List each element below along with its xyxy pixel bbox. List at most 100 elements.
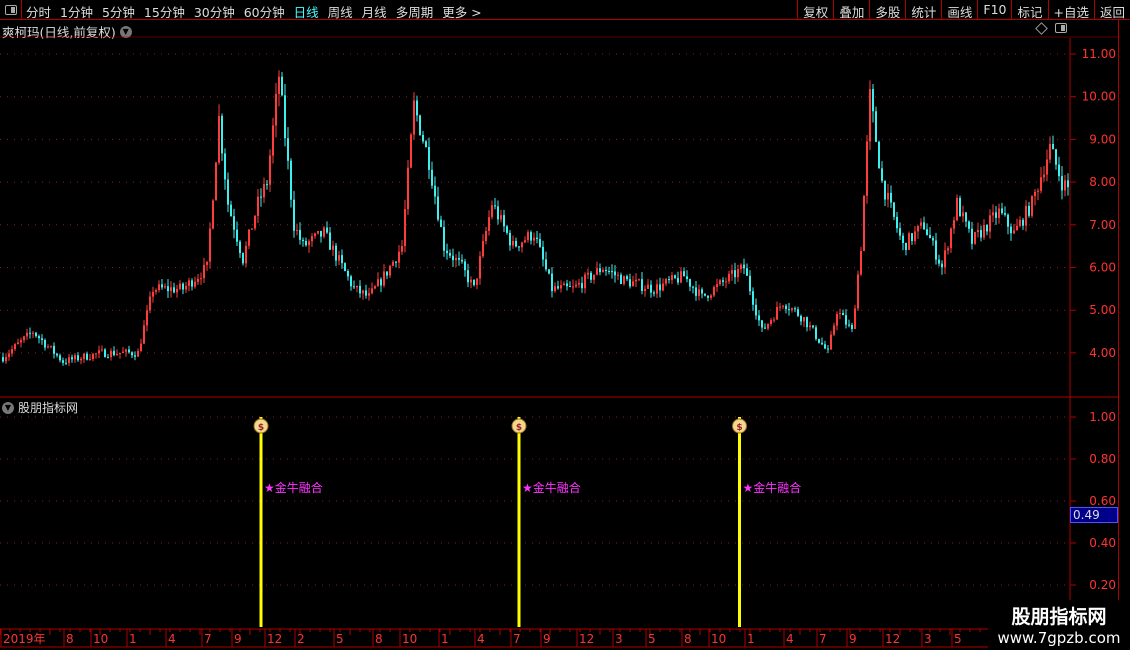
candle-body [815,327,817,339]
xtick-label: 7 [204,632,212,646]
candle-body [368,293,370,296]
candle-body [629,279,631,287]
candle-body [260,196,262,198]
candle-body [1055,149,1057,165]
candle-body [122,351,124,353]
candle-body [35,332,37,337]
candle-body [179,283,181,289]
candle-body [134,355,136,357]
ytick-label: 4.00 [1089,346,1116,360]
candle-body [590,272,592,280]
candle-body [218,115,220,163]
candle-body [641,279,643,291]
candle-body [923,222,925,230]
candle-body [734,270,736,278]
candle-body [380,279,382,286]
candle-body [737,269,739,278]
candle-body [107,357,109,359]
candle-body [266,184,268,186]
candle-body [23,336,25,341]
xtick-label: 7 [513,632,521,646]
candle-body [638,279,640,281]
xtick-label: 8 [684,632,692,646]
kline-chart[interactable]: 11.00 10.00 9.00 8.00 7.00 6.00 5.00 4.00 1.00 0.… [0,0,1130,650]
candle-body [32,332,34,334]
candle-body [551,273,553,292]
candle-body [20,340,22,343]
xtick-label: 5 [336,632,344,646]
candle-body [650,284,652,293]
candle-body [350,276,352,287]
candle-body [65,362,67,364]
candle-body [707,295,709,298]
candle-body [950,228,952,249]
candle-body [86,353,88,360]
xtick-label: 8 [375,632,383,646]
candle-body [149,296,151,311]
chevron-down-icon[interactable]: ▼ [2,401,14,414]
ytick-label: 5.00 [1089,303,1116,317]
candle-body [620,274,622,284]
candle-body [422,134,424,142]
candle-body [455,258,457,261]
candle-body [683,271,685,277]
candle-body [674,275,676,278]
candle-body [1028,205,1030,216]
candle-body [731,270,733,274]
candle-body [344,263,346,271]
candle-body [983,224,985,238]
candle-body [485,231,487,242]
candle-body [776,306,778,320]
candle-body [881,168,883,181]
candle-body [239,241,241,254]
candle-body [5,357,7,362]
candle-body [452,255,454,261]
candle-body [224,153,226,180]
candle-body [626,276,628,280]
candle-body [413,100,415,135]
candle-body [1058,164,1060,177]
candle-body [599,268,601,273]
candle-body [335,245,337,261]
candle-body [62,360,64,363]
ytick-label: 6.00 [1089,261,1116,275]
candle-body [314,233,316,237]
candle-body [281,76,283,96]
xtick-label: 4 [477,632,485,646]
candle-body [128,349,130,353]
side-panel-collapsed[interactable] [1118,20,1130,630]
ytick-label: 0.60 [1089,494,1116,508]
candle-body [326,227,328,233]
candle-body [104,349,106,358]
xtick-label: 12 [579,632,594,646]
candle-body [518,246,520,248]
candle-body [41,338,43,340]
candle-body [392,261,394,266]
candle-body [947,248,949,251]
money-bag-symbol: $ [516,423,522,433]
candle-body [920,222,922,226]
candle-body [614,271,616,276]
candle-body [440,219,442,227]
candle-body [611,271,613,273]
candle-body [821,342,823,345]
candle-body [770,320,772,324]
candle-body [1031,196,1033,216]
candle-body [230,204,232,217]
candle-body [170,287,172,292]
candle-body [596,268,598,275]
candle-body [716,284,718,288]
candle-body [773,319,775,321]
candle-body [497,206,499,220]
candle-body [92,353,94,360]
ytick-label: 7.00 [1089,218,1116,232]
candle-body [191,280,193,287]
candle-body [461,259,463,262]
candle-body [728,273,730,282]
candle-body [962,212,964,217]
candle-body [584,274,586,289]
candle-body [572,286,574,288]
candle-body [803,317,805,322]
candle-body [671,275,673,281]
candle-body [992,212,994,216]
